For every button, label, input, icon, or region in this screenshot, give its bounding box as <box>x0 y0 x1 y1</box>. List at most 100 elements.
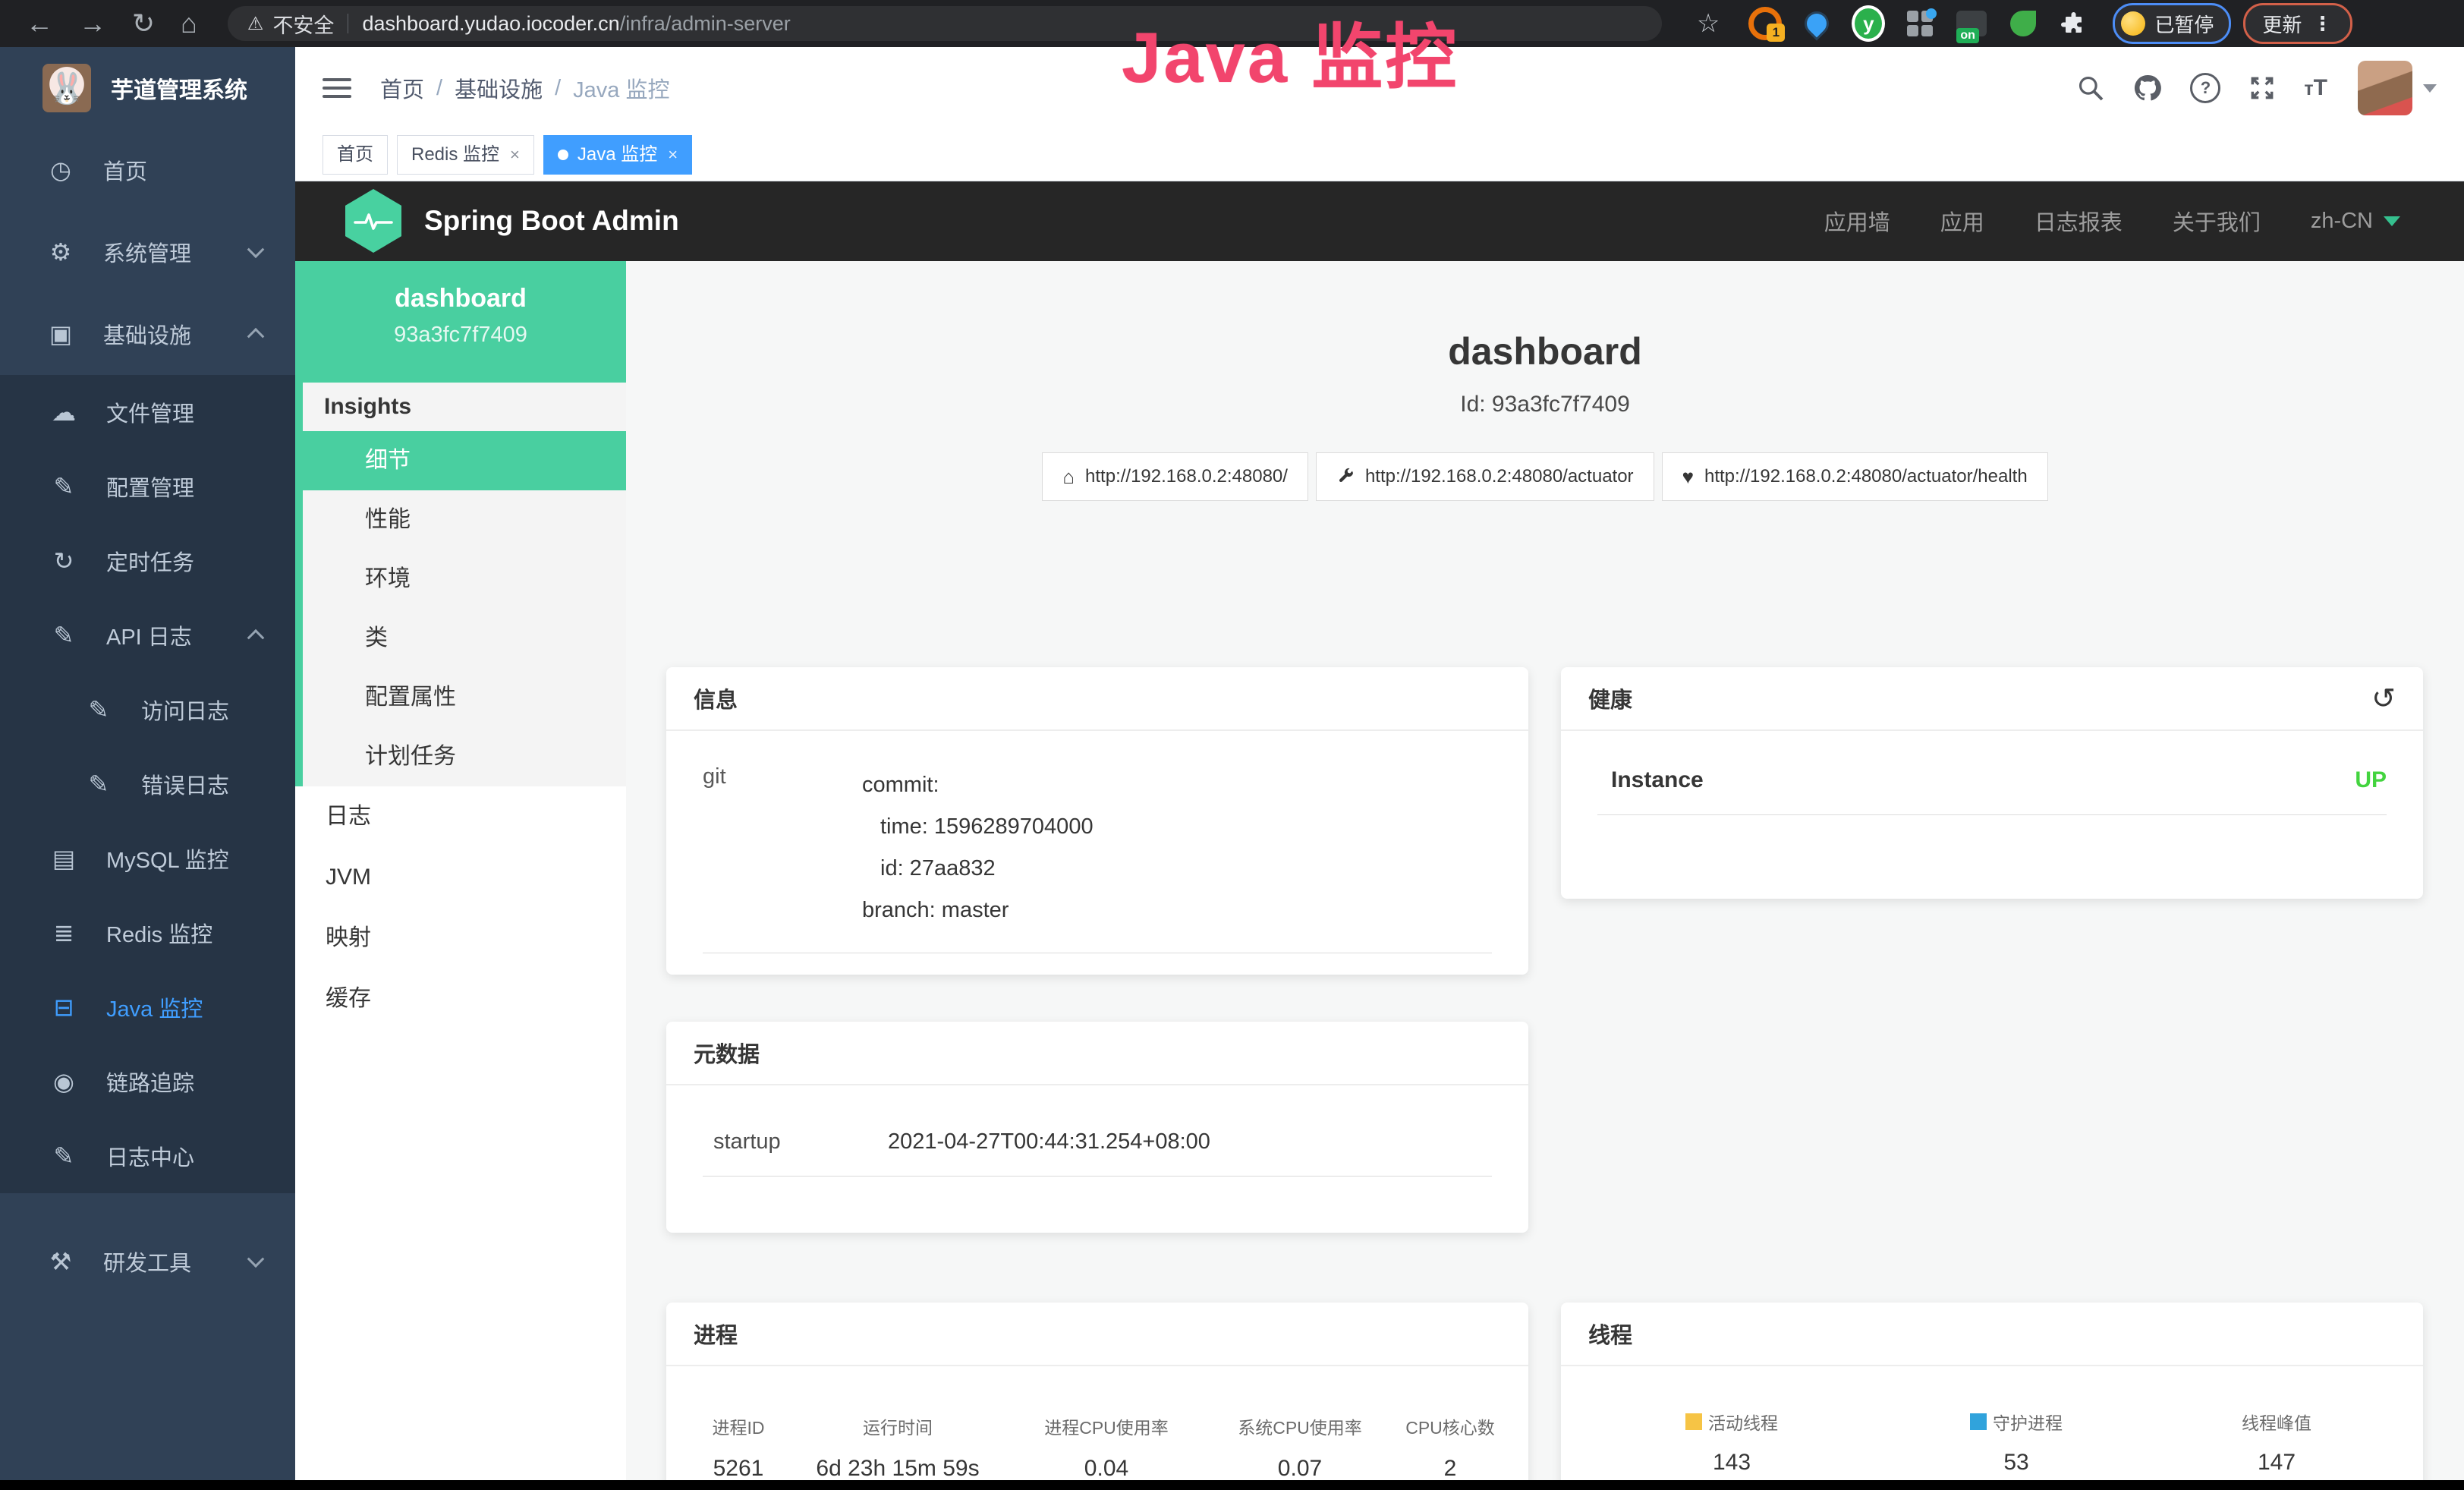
schedule-icon <box>50 547 77 575</box>
sidebar-item-infrastructure[interactable]: 基础设施 <box>0 293 295 375</box>
sidebar-item-java-monitor[interactable]: Java 监控 <box>0 970 295 1044</box>
paused-chip[interactable]: 已暂停 <box>2113 3 2231 44</box>
browser-menu-icon[interactable]: ⋮ <box>2312 16 2332 31</box>
github-icon[interactable] <box>2132 73 2163 103</box>
sba-item-environment[interactable]: 环境 <box>303 550 626 609</box>
sba-item-caches[interactable]: 缓存 <box>295 969 626 1029</box>
sba-sidebar: dashboard 93a3fc7f7409 Insights 细节 性能 环境… <box>295 261 626 1490</box>
infrastructure-icon <box>47 320 74 348</box>
chevron-up-icon <box>247 629 265 647</box>
sidebar-item-scheduled-tasks[interactable]: 定时任务 <box>0 524 295 598</box>
user-avatar[interactable] <box>2358 61 2412 115</box>
edit-icon <box>50 472 77 501</box>
eye-icon <box>50 1067 77 1096</box>
sidebar-item-dev-tools[interactable]: 研发工具 <box>0 1221 295 1303</box>
sba-nav-wallboard[interactable]: 应用墙 <box>1824 205 1890 237</box>
sba-item-jvm[interactable]: JVM <box>295 847 626 908</box>
git-row: git commit: time: 1596289704000 id: 27aa… <box>666 731 1528 931</box>
sba-app-name: dashboard <box>295 261 626 313</box>
sba-brand-title[interactable]: Spring Boot Admin <box>424 205 679 237</box>
back-icon[interactable]: ← <box>26 0 53 47</box>
instance-health-row[interactable]: Instance UP <box>1561 731 2423 793</box>
extension-leaf-icon[interactable] <box>2006 7 2040 40</box>
chevron-down-icon <box>247 241 265 258</box>
update-button[interactable]: 更新 ⋮ <box>2243 3 2352 44</box>
close-icon[interactable]: × <box>668 136 678 174</box>
bookmark-star-icon[interactable]: ☆ <box>1697 8 1720 39</box>
fullscreen-icon[interactable] <box>2248 74 2277 102</box>
sidebar-item-api-log[interactable]: API 日志 <box>0 598 295 673</box>
sidebar-item-system[interactable]: 系统管理 <box>0 211 295 293</box>
endpoint-buttons: ⌂ http://192.168.0.2:48080/ http://192.1… <box>626 452 2464 501</box>
sidebar-item-log-center[interactable]: 日志中心 <box>0 1119 295 1193</box>
sba-item-logs[interactable]: 日志 <box>295 786 626 847</box>
sba-item-config-props[interactable]: 配置属性 <box>303 668 626 727</box>
threads-legend: 活动线程 143 守护进程 53 线程峰值 147 <box>1561 1366 2423 1476</box>
page-annotation: Java 监控 <box>1122 0 1459 103</box>
health-url-button[interactable]: ♥ http://192.168.0.2:48080/actuator/heal… <box>1662 452 2048 501</box>
history-icon[interactable]: ↺ <box>2371 682 2396 716</box>
startup-row: startup 2021-04-27T00:44:31.254+08:00 <box>666 1085 1528 1155</box>
sidebar-item-tracing[interactable]: 链路追踪 <box>0 1044 295 1119</box>
sba-nav-journal[interactable]: 日志报表 <box>2034 205 2123 237</box>
search-icon[interactable] <box>2076 74 2105 102</box>
sidebar-item-redis-monitor[interactable]: Redis 监控 <box>0 896 295 970</box>
sidebar-item-home[interactable]: 首页 <box>0 129 295 211</box>
security-label: 不安全 <box>272 9 334 39</box>
java-monitor-icon <box>50 993 77 1022</box>
tab-java-monitor[interactable]: Java 监控 × <box>543 135 692 175</box>
extension-grid-icon[interactable] <box>1903 7 1937 40</box>
actuator-url-button[interactable]: http://192.168.0.2:48080/actuator <box>1316 452 1654 501</box>
service-url-button[interactable]: ⌂ http://192.168.0.2:48080/ <box>1042 452 1308 501</box>
window-bottom-edge <box>0 1480 2464 1490</box>
layers-icon <box>50 918 77 947</box>
breadcrumb-infrastructure[interactable]: 基础设施 <box>455 72 543 104</box>
tab-redis-monitor[interactable]: Redis 监控 × <box>397 135 534 175</box>
browser-toolbar-right: ☆ 1 y on 已暂停 <box>1689 3 2353 44</box>
breadcrumb-home[interactable]: 首页 <box>380 72 424 104</box>
close-icon[interactable]: × <box>510 136 520 174</box>
reload-icon[interactable]: ↻ <box>132 0 155 47</box>
sidebar-item-error-log[interactable]: 错误日志 <box>0 747 295 821</box>
cloud-upload-icon <box>50 398 77 427</box>
row-divider <box>703 1176 1492 1177</box>
process-col-cpus: CPU核心数 2 <box>1395 1413 1506 1482</box>
sba-item-metrics[interactable]: 性能 <box>303 490 626 550</box>
sba-instance-header[interactable]: dashboard 93a3fc7f7409 <box>295 261 626 383</box>
legend-yellow-square-icon <box>1685 1413 1702 1430</box>
extension-y-icon[interactable]: y <box>1852 7 1885 40</box>
git-label: git <box>703 764 862 931</box>
sba-nav-applications[interactable]: 应用 <box>1940 205 1984 237</box>
sba-item-details[interactable]: 细节 <box>303 431 626 490</box>
extensions-puzzle-icon[interactable] <box>2058 7 2091 40</box>
sidebar-item-config-mgmt[interactable]: 配置管理 <box>0 449 295 524</box>
sidebar-item-file-mgmt[interactable]: 文件管理 <box>0 375 295 449</box>
process-col-pid: 进程ID 5261 <box>689 1413 788 1482</box>
extension-switch-icon[interactable]: on <box>1955 7 1988 40</box>
instance-label: Instance <box>1611 767 1704 793</box>
extension-pin-icon[interactable] <box>1800 7 1833 40</box>
gear-icon <box>47 238 74 266</box>
sba-item-mappings[interactable]: 映射 <box>295 908 626 969</box>
font-size-icon[interactable]: тT <box>2304 75 2327 101</box>
extension-sync-icon[interactable]: 1 <box>1748 7 1782 40</box>
sba-logo-icon[interactable] <box>345 189 401 253</box>
sba-nav-about[interactable]: 关于我们 <box>2173 205 2261 237</box>
process-col-process-cpu: 进程CPU使用率 0.04 <box>1008 1413 1205 1482</box>
sba-language-selector[interactable]: zh-CN <box>2311 209 2411 234</box>
sba-item-scheduled[interactable]: 计划任务 <box>303 727 626 786</box>
sidebar-item-access-log[interactable]: 访问日志 <box>0 673 295 747</box>
sba-instance-id: 93a3fc7f7409 <box>295 323 626 348</box>
hamburger-icon[interactable] <box>323 78 351 98</box>
avatar-caret-icon[interactable] <box>2423 84 2437 93</box>
forward-icon[interactable]: → <box>79 0 106 47</box>
sba-main: dashboard Id: 93a3fc7f7409 ⌂ http://192.… <box>626 261 2464 1490</box>
sba-item-classes[interactable]: 类 <box>303 609 626 668</box>
sidebar-logo[interactable]: 🐰 芋道管理系统 <box>0 47 295 129</box>
tab-home[interactable]: 首页 <box>323 135 388 175</box>
home-icon[interactable]: ⌂ <box>181 0 197 47</box>
page-title: dashboard <box>626 329 2464 373</box>
sidebar-item-mysql-monitor[interactable]: MySQL 监控 <box>0 821 295 896</box>
health-card: 健康 ↺ Instance UP <box>1561 667 2423 899</box>
help-icon[interactable]: ? <box>2190 73 2220 103</box>
